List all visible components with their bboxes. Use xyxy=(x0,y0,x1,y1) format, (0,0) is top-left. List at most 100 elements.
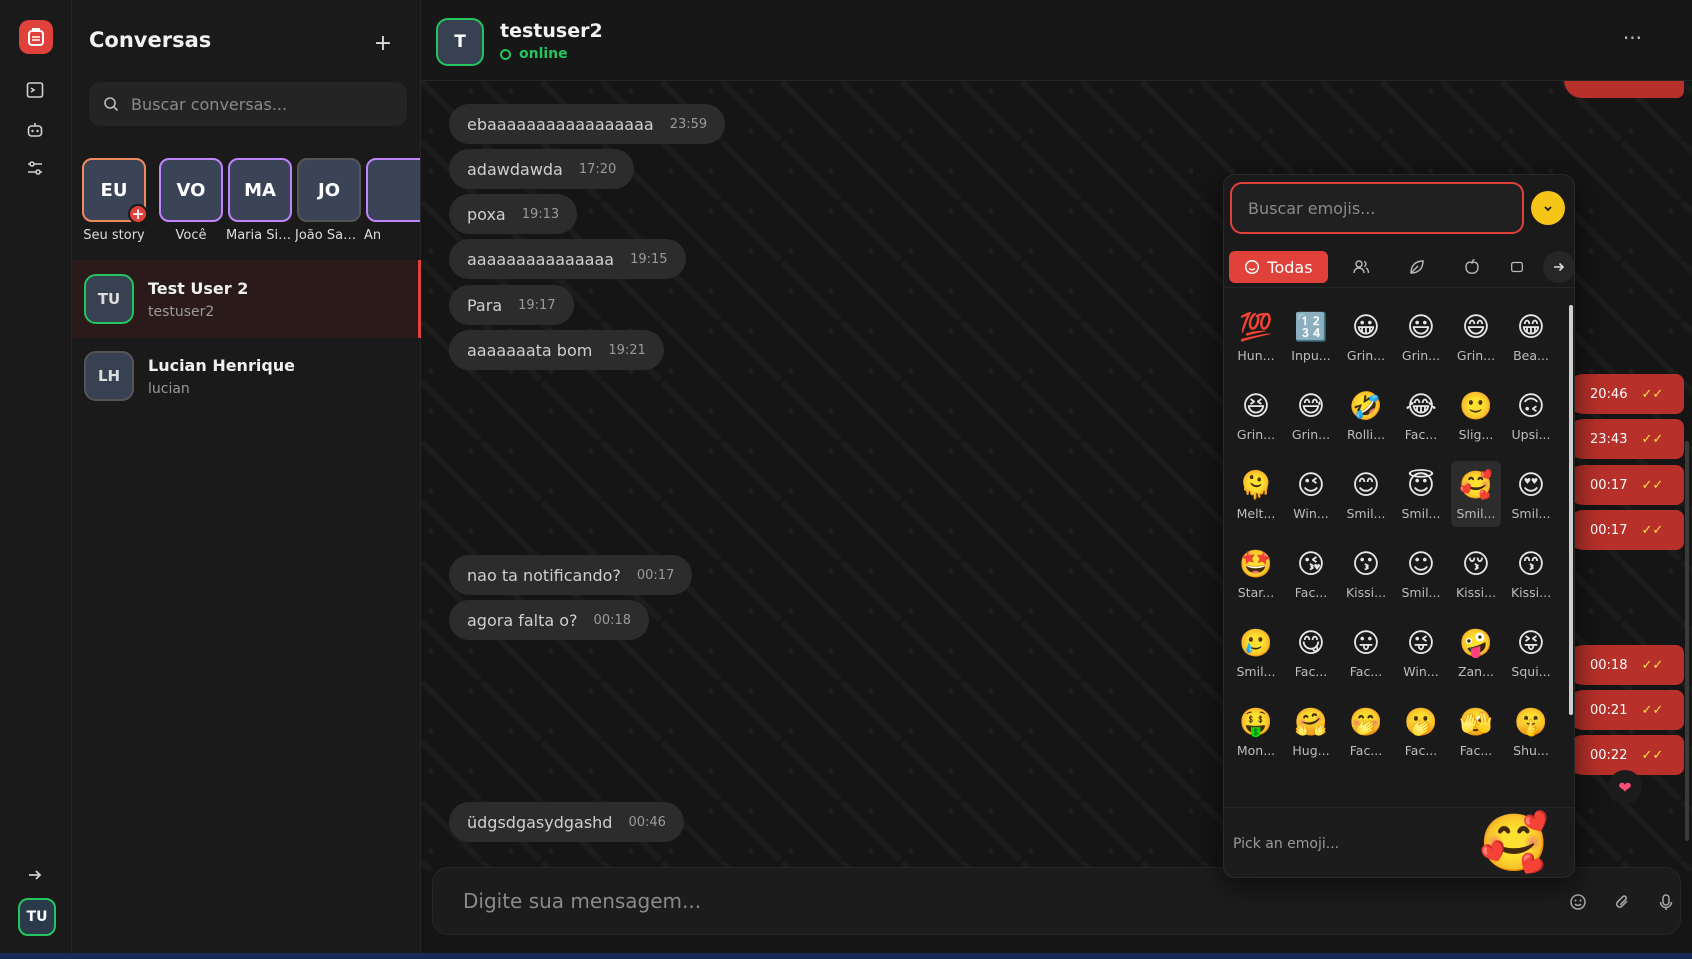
emoji-cell[interactable]: 🤪 Zan... xyxy=(1451,619,1501,685)
microphone-icon[interactable] xyxy=(1654,890,1678,914)
emoji-name: Grin... xyxy=(1291,427,1331,442)
received-message[interactable]: Para 19:17 xyxy=(449,285,574,325)
emoji-glyph: 🙃 xyxy=(1516,391,1546,422)
emoji-cell[interactable]: 😗 Kissi... xyxy=(1341,540,1391,606)
people-icon[interactable] xyxy=(1347,253,1375,281)
emoji-cell[interactable]: 😅 Grin... xyxy=(1286,382,1336,448)
story-item[interactable]: EU + Seu story xyxy=(80,158,148,243)
heart-reaction-icon[interactable]: ❤ xyxy=(1608,770,1642,804)
emoji-cell[interactable]: 🤩 Star... xyxy=(1231,540,1281,606)
emoji-cell[interactable]: 😀 Grin... xyxy=(1341,303,1391,369)
emoji-cell[interactable]: 🥲 Smil... xyxy=(1231,619,1281,685)
conversation-item[interactable]: LH Lucian Henrique lucian xyxy=(72,337,421,415)
emoji-name: Fac... xyxy=(1349,664,1383,679)
emoji-icon[interactable] xyxy=(1566,890,1590,914)
categories-next-button[interactable] xyxy=(1543,251,1574,283)
emoji-cell[interactable]: 🫣 Fac... xyxy=(1451,698,1501,764)
story-item[interactable]: MA Maria Silva xyxy=(226,158,294,243)
emoji-glyph: 🤑 xyxy=(1239,707,1273,738)
received-message[interactable]: ebaaaaaaaaaaaaaaaaa 23:59 xyxy=(449,104,726,144)
sent-message[interactable]: 00:17 ✓✓ xyxy=(1564,510,1684,550)
sent-message[interactable]: 20:46 ✓✓ xyxy=(1564,374,1684,414)
emoji-cell[interactable]: 🥰 Smil... xyxy=(1451,461,1501,527)
received-message[interactable]: üdgsdgasydgashd 00:46 xyxy=(449,802,684,842)
emoji-cell[interactable]: 🙃 Upsi... xyxy=(1506,382,1556,448)
bot-icon[interactable] xyxy=(24,119,46,141)
story-avatar: MA xyxy=(228,158,292,222)
story-item[interactable]: JO João Santos xyxy=(295,158,363,243)
emoji-name: Melt... xyxy=(1236,506,1276,521)
emoji-cell[interactable]: 😋 Fac... xyxy=(1286,619,1336,685)
new-conversation-button[interactable]: + xyxy=(370,30,396,56)
read-check-icon: ✓✓ xyxy=(1641,657,1664,673)
chat-scrollbar[interactable] xyxy=(1682,81,1692,861)
settings-sliders-icon[interactable] xyxy=(24,157,46,179)
emoji-picker: Todas 💯 Hun... 🔢 Inpu... 😀 Grin... 😃 Grin... 😄 Gr… xyxy=(1223,174,1575,878)
conversation-name: Test User 2 xyxy=(148,278,249,298)
emoji-glyph: 😁 xyxy=(1516,312,1546,343)
emoji-cell[interactable]: 😆 Grin... xyxy=(1231,382,1281,448)
emoji-search-input[interactable] xyxy=(1248,198,1508,218)
emoji-cell[interactable]: 🤑 Mon... xyxy=(1231,698,1281,764)
emoji-name: Kissi... xyxy=(1510,585,1552,600)
emoji-cell[interactable]: 😙 Kissi... xyxy=(1506,540,1556,606)
terminal-icon[interactable] xyxy=(24,79,46,101)
emoji-glyph: 😆 xyxy=(1241,391,1271,422)
emoji-cell[interactable]: 🤣 Rolli... xyxy=(1341,382,1391,448)
attachment-icon[interactable] xyxy=(1610,890,1634,914)
emoji-name: Kissi... xyxy=(1455,585,1497,600)
emoji-cell[interactable]: 🔢 Inpu... xyxy=(1286,303,1336,369)
emoji-cell[interactable]: 😇 Smil... xyxy=(1396,461,1446,527)
leaf-icon[interactable] xyxy=(1403,253,1431,281)
object-icon[interactable] xyxy=(1509,253,1525,281)
contact-avatar[interactable]: T xyxy=(436,18,484,66)
emoji-cell[interactable]: ☺ Smil... xyxy=(1396,540,1446,606)
more-options-button[interactable]: ··· xyxy=(1623,26,1642,50)
emoji-cell[interactable]: 😃 Grin... xyxy=(1396,303,1446,369)
received-message[interactable]: poxa 19:13 xyxy=(449,194,578,234)
emoji-cell[interactable]: 🫠 Melt... xyxy=(1231,461,1281,527)
emoji-cell[interactable]: 😁 Bea... xyxy=(1506,303,1556,369)
conversation-search-input[interactable] xyxy=(131,94,391,114)
emoji-cell[interactable]: 😊 Smil... xyxy=(1341,461,1391,527)
emoji-cell[interactable]: 🤭 Fac... xyxy=(1341,698,1391,764)
current-user-avatar[interactable]: TU xyxy=(18,898,56,936)
received-message[interactable]: agora falta o? 00:18 xyxy=(449,600,650,640)
emoji-cell[interactable]: 😉 Win... xyxy=(1286,461,1336,527)
received-message[interactable]: nao ta notificando? 00:17 xyxy=(449,555,693,595)
arrow-right-icon[interactable] xyxy=(24,864,46,886)
apple-icon[interactable] xyxy=(1458,253,1486,281)
message-input[interactable] xyxy=(463,889,1503,913)
sent-message[interactable]: 00:22 ✓✓ xyxy=(1564,735,1684,775)
emoji-cell[interactable]: 🫢 Fac... xyxy=(1396,698,1446,764)
emoji-cell[interactable]: 😘 Fac... xyxy=(1286,540,1336,606)
emoji-name: Rolli... xyxy=(1346,427,1386,442)
sent-message[interactable]: 00:18 ✓✓ xyxy=(1564,645,1684,685)
category-all-tab[interactable]: Todas xyxy=(1229,251,1328,283)
add-story-icon[interactable]: + xyxy=(128,204,148,224)
received-message[interactable]: adawdawda 17:20 xyxy=(449,149,635,189)
received-message[interactable]: aaaaaaaaaaaaaaa 19:15 xyxy=(449,239,686,279)
sent-message[interactable]: 23:43 ✓✓ xyxy=(1564,419,1684,459)
emoji-cell[interactable]: 😛 Fac... xyxy=(1341,619,1391,685)
received-message[interactable]: aaaaaaata bom 19:21 xyxy=(449,330,664,370)
sent-message[interactable]: 00:21 ✓✓ xyxy=(1564,690,1684,730)
emoji-scrollbar[interactable] xyxy=(1569,295,1573,795)
emoji-cell[interactable]: 😜 Win... xyxy=(1396,619,1446,685)
conversation-item[interactable]: TU Test User 2 testuser2 xyxy=(72,260,421,338)
emoji-cell[interactable]: 😍 Smil... xyxy=(1506,461,1556,527)
story-item[interactable]: VO Você xyxy=(157,158,225,243)
skin-tone-button[interactable] xyxy=(1531,191,1565,225)
emoji-cell[interactable]: 🙂 Slig... xyxy=(1451,382,1501,448)
emoji-cell[interactable]: 🤗 Hug... xyxy=(1286,698,1336,764)
emoji-cell[interactable]: 😝 Squi... xyxy=(1506,619,1556,685)
emoji-cell[interactable]: 💯 Hun... xyxy=(1231,303,1281,369)
emoji-cell[interactable]: 🤫 Shu... xyxy=(1506,698,1556,764)
sent-message[interactable]: 00:17 ✓✓ xyxy=(1564,465,1684,505)
logo-icon[interactable] xyxy=(19,20,53,54)
story-item[interactable]: An xyxy=(364,158,420,243)
emoji-cell[interactable]: 😂 Fac... xyxy=(1396,382,1446,448)
emoji-name: Star... xyxy=(1237,585,1275,600)
emoji-cell[interactable]: 😚 Kissi... xyxy=(1451,540,1501,606)
emoji-cell[interactable]: 😄 Grin... xyxy=(1451,303,1501,369)
